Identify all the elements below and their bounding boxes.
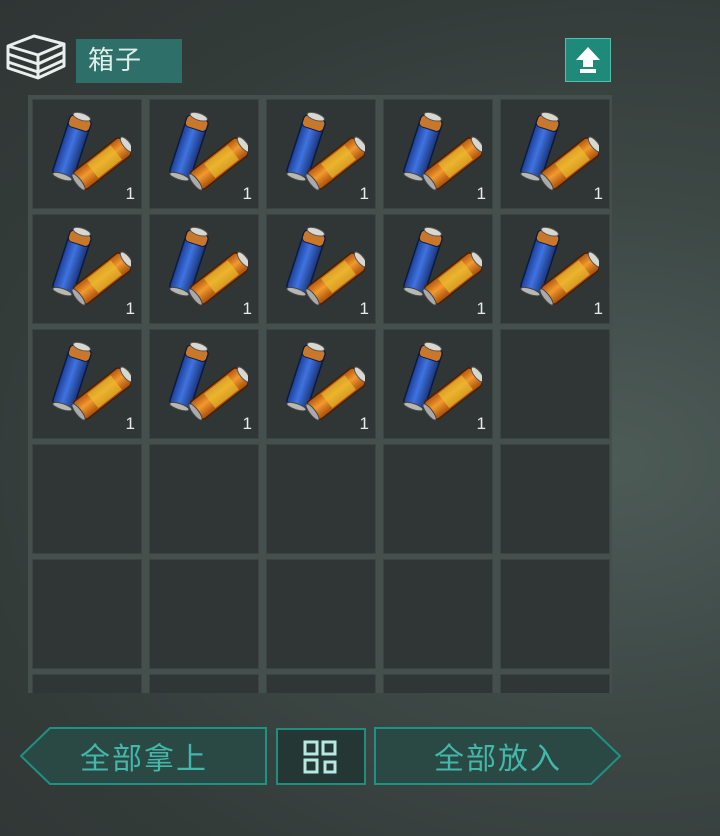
put-all-button[interactable]: 全部放入 (374, 727, 622, 785)
inventory-slot[interactable]: 1 (149, 329, 259, 439)
inventory-slot[interactable]: 1 (266, 214, 376, 324)
inventory-slot[interactable]: 1 (149, 214, 259, 324)
battery-item-icon (162, 108, 251, 196)
inventory-slot[interactable]: 1 (266, 99, 376, 209)
item-quantity: 1 (476, 414, 486, 433)
inventory-slot-empty[interactable] (149, 444, 259, 554)
inventory-slot[interactable]: 1 (500, 99, 610, 209)
battery-item-icon (279, 108, 368, 196)
battery-item-icon (45, 108, 134, 196)
inventory-slot-empty[interactable] (500, 329, 610, 439)
battery-item-icon (45, 223, 134, 311)
inventory-slot[interactable]: 1 (32, 214, 142, 324)
container-title: 箱子 (76, 39, 182, 83)
stacked-box-icon (6, 34, 66, 80)
inventory-slot-empty[interactable] (32, 674, 142, 693)
upload-arrow-icon (576, 47, 600, 73)
item-quantity: 1 (476, 299, 486, 318)
inventory-slot-empty[interactable] (266, 674, 376, 693)
put-all-label: 全部放入 (434, 742, 562, 777)
inventory-slot[interactable]: 1 (149, 99, 259, 209)
inventory-slot[interactable]: 1 (383, 99, 493, 209)
inventory-slot-empty[interactable] (32, 444, 142, 554)
inventory-grid: 1 1 1 1 1 1 1 1 1 1 1 1 1 1 (28, 95, 612, 693)
item-quantity: 1 (125, 184, 135, 203)
inventory-slot[interactable]: 1 (32, 99, 142, 209)
item-quantity: 1 (242, 299, 252, 318)
item-quantity: 1 (593, 299, 603, 318)
inventory-slot-empty[interactable] (383, 444, 493, 554)
item-quantity: 1 (476, 184, 486, 203)
inventory-slot-empty[interactable] (383, 674, 493, 693)
inventory-slot-empty[interactable] (500, 444, 610, 554)
battery-item-icon (279, 338, 368, 426)
battery-item-icon (396, 338, 485, 426)
inventory-slot[interactable]: 1 (383, 214, 493, 324)
battery-item-icon (162, 223, 251, 311)
item-quantity: 1 (359, 414, 369, 433)
inventory-slot-empty[interactable] (266, 444, 376, 554)
inventory-slot-empty[interactable] (149, 559, 259, 669)
battery-item-icon (162, 338, 251, 426)
item-quantity: 1 (125, 299, 135, 318)
take-all-label: 全部拿上 (80, 742, 208, 777)
battery-item-icon (279, 223, 368, 311)
inventory-slot[interactable]: 1 (32, 329, 142, 439)
item-quantity: 1 (359, 299, 369, 318)
inventory-slot[interactable]: 1 (500, 214, 610, 324)
battery-item-icon (513, 108, 602, 196)
item-quantity: 1 (125, 414, 135, 433)
item-quantity: 1 (242, 414, 252, 433)
inventory-slot-empty[interactable] (266, 559, 376, 669)
battery-item-icon (513, 223, 602, 311)
container-header: 箱子 (0, 0, 720, 90)
inventory-slot-empty[interactable] (32, 559, 142, 669)
inventory-slot-empty[interactable] (149, 674, 259, 693)
battery-item-icon (396, 108, 485, 196)
inventory-slot-empty[interactable] (500, 559, 610, 669)
item-quantity: 1 (242, 184, 252, 203)
take-all-button[interactable]: 全部拿上 (20, 727, 268, 785)
battery-item-icon (45, 338, 134, 426)
inventory-slot-empty[interactable] (500, 674, 610, 693)
inventory-slot[interactable]: 1 (266, 329, 376, 439)
item-quantity: 1 (593, 184, 603, 203)
transfer-up-button[interactable] (565, 38, 611, 82)
inventory-slot-empty[interactable] (383, 559, 493, 669)
grid-sort-icon (303, 740, 337, 773)
inventory-slot[interactable]: 1 (383, 329, 493, 439)
battery-item-icon (396, 223, 485, 311)
sort-button[interactable] (276, 728, 366, 785)
item-quantity: 1 (359, 184, 369, 203)
